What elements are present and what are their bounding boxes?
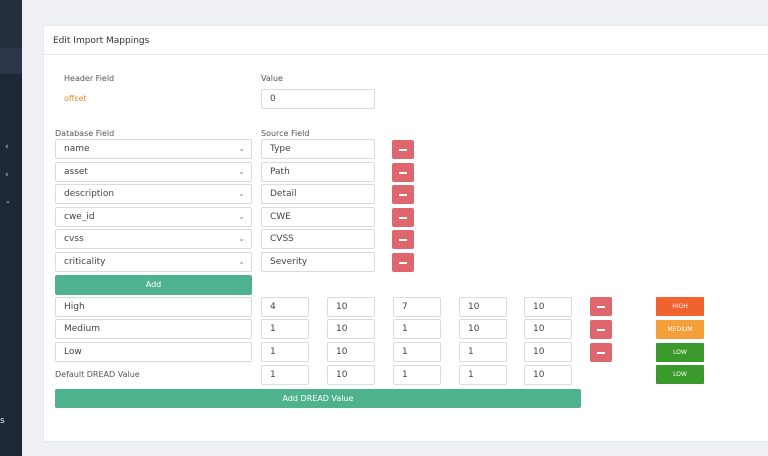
remove-dread-button[interactable] [590,320,612,339]
chevron-down-icon: ⌄ [238,234,245,243]
source-field-input[interactable]: Severity [261,252,375,272]
chevron-down-icon: ⌄ [238,167,245,176]
card-header: Edit Import Mappings [44,26,768,55]
sidebar-active-item[interactable] [0,48,22,74]
dread-reproducibility-input[interactable]: 10 [327,319,375,339]
remove-dread-button[interactable] [590,297,612,316]
sidebar-label: s [0,416,5,426]
default-exploitability-input[interactable]: 1 [393,365,441,385]
dread-discoverability-input[interactable]: 10 [524,342,572,362]
chevron-down-icon: ⌄ [238,257,245,266]
database-field-select[interactable]: cvss ⌄ [55,229,252,249]
offset-value-input[interactable]: 0 [261,89,375,109]
default-reproducibility-input[interactable]: 10 [327,365,375,385]
database-field-select[interactable]: name ⌄ [55,139,252,159]
remove-mapping-button[interactable] [392,253,414,272]
database-field-label: Database Field [55,129,115,138]
default-discoverability-input[interactable]: 10 [524,365,572,385]
remove-mapping-button[interactable] [392,163,414,182]
remove-mapping-button[interactable] [392,140,414,159]
sidebar-top-band [0,0,22,48]
card-title: Edit Import Mappings [53,36,150,46]
add-mapping-button[interactable]: Add [55,275,252,295]
add-dread-value-button[interactable]: Add DREAD Value [55,389,581,408]
remove-mapping-button[interactable] [392,185,414,204]
select-value: criticality [64,257,106,267]
chevron-down-icon[interactable]: ⌄ [5,196,11,206]
default-damage-input[interactable]: 1 [261,365,309,385]
dread-reproducibility-input[interactable]: 10 [327,342,375,362]
header-field-name: offset [64,94,87,103]
top-bar [22,0,768,24]
criticality-badge-high: HIGH [656,297,704,316]
dread-affected-users-input[interactable]: 10 [459,319,507,339]
database-field-select[interactable]: criticality ⌄ [55,252,252,272]
remove-dread-button[interactable] [590,343,612,362]
dread-exploitability-input[interactable]: 1 [393,342,441,362]
dread-reproducibility-input[interactable]: 10 [327,297,375,317]
remove-mapping-button[interactable] [392,208,414,227]
default-criticality-badge: LOW [656,365,704,384]
dread-discoverability-input[interactable]: 10 [524,319,572,339]
edit-import-mappings-card: Edit Import Mappings Header Field Value … [43,25,768,442]
dread-name-input[interactable]: High [55,297,252,317]
chevron-down-icon: ⌄ [238,144,245,153]
dread-damage-input[interactable]: 1 [261,319,309,339]
default-affected-users-input[interactable]: 1 [459,365,507,385]
dread-name-input[interactable]: Medium [55,319,252,339]
select-value: cvss [64,234,84,244]
source-field-input[interactable]: Detail [261,184,375,204]
dread-damage-input[interactable]: 4 [261,297,309,317]
dread-affected-users-input[interactable]: 1 [459,342,507,362]
select-value: description [64,189,115,199]
value-label: Value [261,74,283,83]
header-field-label: Header Field [64,74,115,83]
sidebar: ‹ ‹ ⌄ s [0,0,22,456]
remove-mapping-button[interactable] [392,230,414,249]
dread-damage-input[interactable]: 1 [261,342,309,362]
source-field-input[interactable]: CVSS [261,229,375,249]
source-field-input[interactable]: Path [261,162,375,182]
dread-discoverability-input[interactable]: 10 [524,297,572,317]
database-field-select[interactable]: asset ⌄ [55,162,252,182]
chevron-down-icon: ⌄ [238,189,245,198]
database-field-select[interactable]: cwe_id ⌄ [55,207,252,227]
select-value: asset [64,167,88,177]
dread-exploitability-input[interactable]: 1 [393,319,441,339]
chevron-down-icon: ⌄ [238,212,245,221]
default-dread-label: Default DREAD Value [55,370,140,379]
select-value: cwe_id [64,212,95,222]
chevron-left-icon[interactable]: ‹ [5,170,9,180]
select-value: name [64,144,90,154]
dread-exploitability-input[interactable]: 7 [393,297,441,317]
dread-name-input[interactable]: Low [55,342,252,362]
source-field-label: Source Field [261,129,310,138]
dread-affected-users-input[interactable]: 10 [459,297,507,317]
source-field-input[interactable]: Type [261,139,375,159]
source-field-input[interactable]: CWE [261,207,375,227]
database-field-select[interactable]: description ⌄ [55,184,252,204]
criticality-badge-medium: MEDIUM [656,320,704,339]
criticality-badge-low: LOW [656,343,704,362]
chevron-left-icon[interactable]: ‹ [5,142,9,152]
